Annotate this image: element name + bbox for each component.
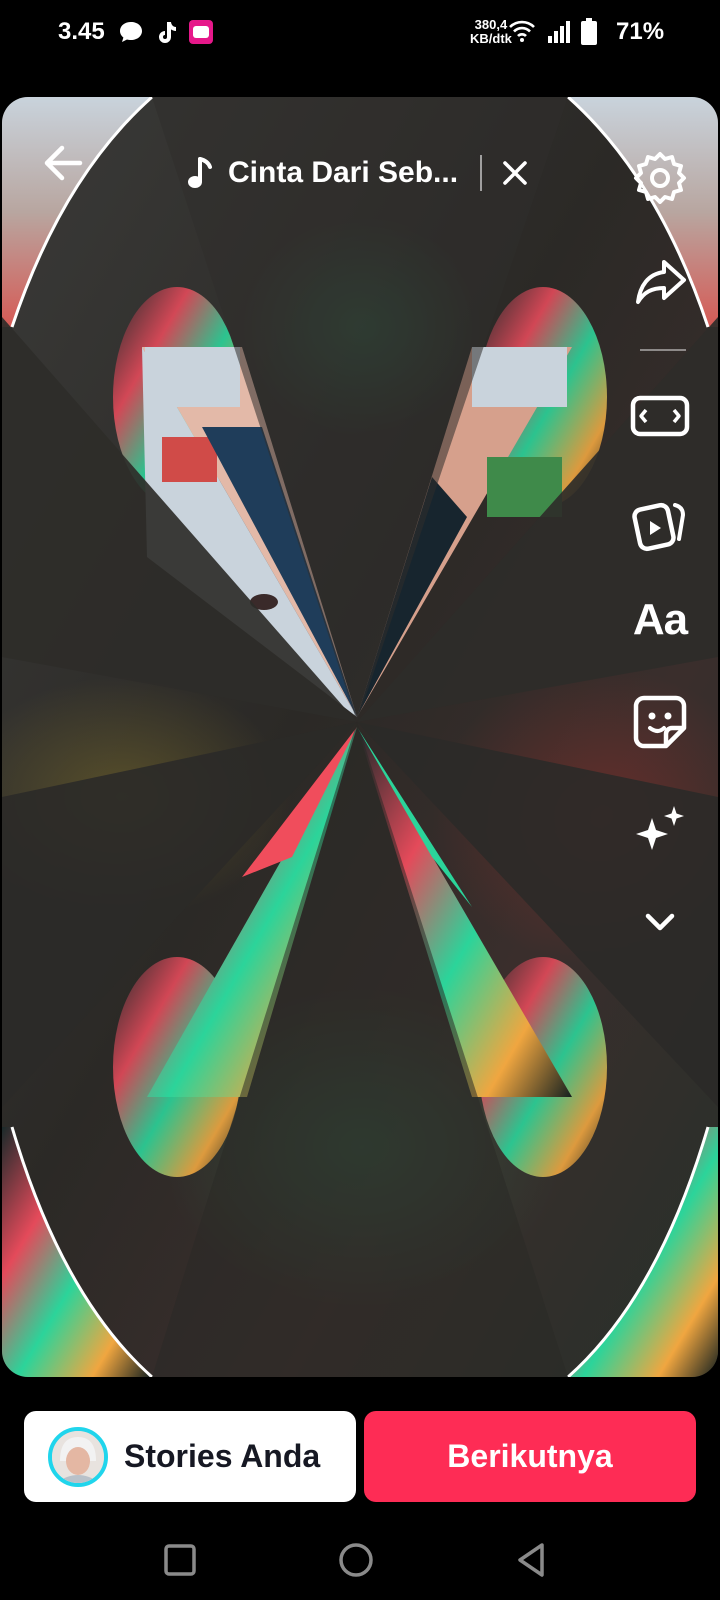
text-tool-button[interactable]: Aa [622,588,698,652]
music-note-icon [188,157,212,188]
status-bar: 3.45 380,4 KB/dtk 71% [0,0,720,68]
video-preview[interactable] [2,97,718,1377]
more-chevron-icon [645,913,675,931]
template-icon [632,502,686,552]
network-speed-unit: KB/dtk [470,31,512,46]
sticker-button[interactable] [628,690,692,754]
lazada-icon [189,20,213,44]
status-time: 3.45 [58,18,105,45]
resize-icon [630,395,690,437]
navigation-bar [0,1520,720,1600]
text-tool-label: Aa [632,595,688,644]
share-icon [636,260,686,304]
network-speed-value: 380,4 [474,17,508,32]
effects-button[interactable] [628,798,692,862]
music-divider [480,155,483,191]
signal-icon [548,21,570,43]
music-selector[interactable]: Cinta Dari Seb... [186,148,530,198]
back-icon[interactable] [510,1538,554,1582]
avatar-image [52,1430,104,1483]
avatar [48,1426,108,1487]
home-icon[interactable] [334,1538,378,1582]
more-tools-button[interactable] [628,890,692,954]
template-button[interactable] [628,492,692,556]
sticker-icon [633,695,687,749]
tiktok-icon [159,22,176,43]
network-speed: 380,4 KB/dtk [470,18,512,46]
kaleidoscope-effect-image [2,97,718,1377]
wifi-icon [509,20,535,42]
settings-icon [634,152,686,204]
music-title[interactable]: Cinta Dari Seb... [228,156,458,190]
battery-percent: 71% [616,18,665,45]
battery-icon [581,18,597,45]
message-icon [120,22,142,42]
share-button[interactable] [628,250,692,314]
resize-button[interactable] [628,384,692,448]
back-arrow-icon[interactable] [40,140,86,186]
next-button[interactable]: Berikutnya [364,1411,696,1502]
stories-button[interactable]: Stories Anda [24,1411,356,1502]
recent-apps-icon[interactable] [158,1538,202,1582]
close-icon[interactable] [500,158,530,188]
effects-icon [636,806,684,850]
settings-button[interactable] [628,144,692,208]
toolbar-divider [640,349,686,351]
stories-button-label: Stories Anda [124,1438,321,1474]
